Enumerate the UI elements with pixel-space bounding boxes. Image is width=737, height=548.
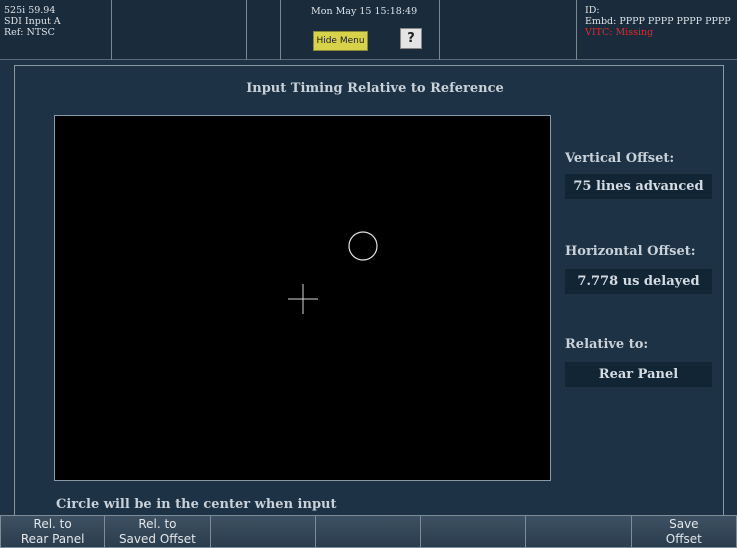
input-name: SDI Input A (4, 16, 61, 27)
vitc-status: VITC: Missing (585, 27, 654, 38)
instruction-note: Circle will be in the center when input (56, 497, 337, 512)
id-label: ID: (585, 5, 600, 16)
softkey-empty-5[interactable] (421, 515, 527, 548)
clock-cell: Mon May 15 15:18:49 Hide Menu ? (281, 0, 440, 60)
softkey-label: Offset (665, 532, 702, 546)
softkey-empty-3[interactable] (210, 515, 316, 548)
horizontal-offset-value: 7.778 us delayed (565, 269, 712, 294)
status-bar: 525i 59.94 SDI Input A Ref: NTSC Mon May… (0, 0, 737, 60)
status-cell-empty (440, 0, 577, 60)
softkey-empty-6[interactable] (526, 515, 632, 548)
softkey-label: Save (669, 517, 699, 531)
relative-to-value: Rear Panel (565, 362, 712, 387)
softkey-label: Rear Panel (20, 532, 85, 546)
id-readout: ID: Embd: PPPP PPPP PPPP PPPP VITC: Miss… (577, 0, 737, 60)
softkey-rel-to-rear-panel[interactable]: Rel. to Rear Panel (0, 515, 106, 548)
vertical-offset-value: 75 lines advanced (565, 174, 712, 199)
hide-menu-button[interactable]: Hide Menu (313, 31, 368, 51)
embedded-audio-status: Embd: PPPP PPPP PPPP PPPP (585, 16, 731, 27)
signal-format: 525i 59.94 (4, 5, 56, 16)
status-cell-empty (247, 0, 281, 60)
panel-title: Input Timing Relative to Reference (246, 81, 504, 96)
reference-format: Ref: NTSC (4, 27, 55, 38)
softkey-label: Rel. to (138, 517, 177, 531)
timing-display (54, 115, 551, 481)
softkey-rel-to-saved-offset[interactable]: Rel. to Saved Offset (105, 515, 211, 548)
relative-to-label: Relative to: (565, 337, 649, 352)
vertical-offset-label: Vertical Offset: (565, 151, 675, 166)
softkey-empty-4[interactable] (315, 515, 422, 548)
help-button[interactable]: ? (400, 28, 422, 49)
timing-graphic (288, 231, 378, 314)
status-cell-empty (112, 0, 247, 60)
timing-panel: Input Timing Relative to Reference Verti… (14, 65, 724, 515)
horizontal-offset-label: Horizontal Offset: (565, 244, 696, 259)
softkey-bar: Rel. to Rear Panel Rel. to Saved Offset … (0, 515, 737, 548)
softkey-label: Saved Offset (118, 532, 196, 546)
date-time: Mon May 15 15:18:49 (311, 6, 418, 17)
input-timing-circle (348, 231, 378, 261)
softkey-label: Rel. to (33, 517, 72, 531)
softkey-save-offset[interactable]: Save Offset (631, 515, 737, 548)
signal-format-readout: 525i 59.94 SDI Input A Ref: NTSC (0, 0, 112, 60)
